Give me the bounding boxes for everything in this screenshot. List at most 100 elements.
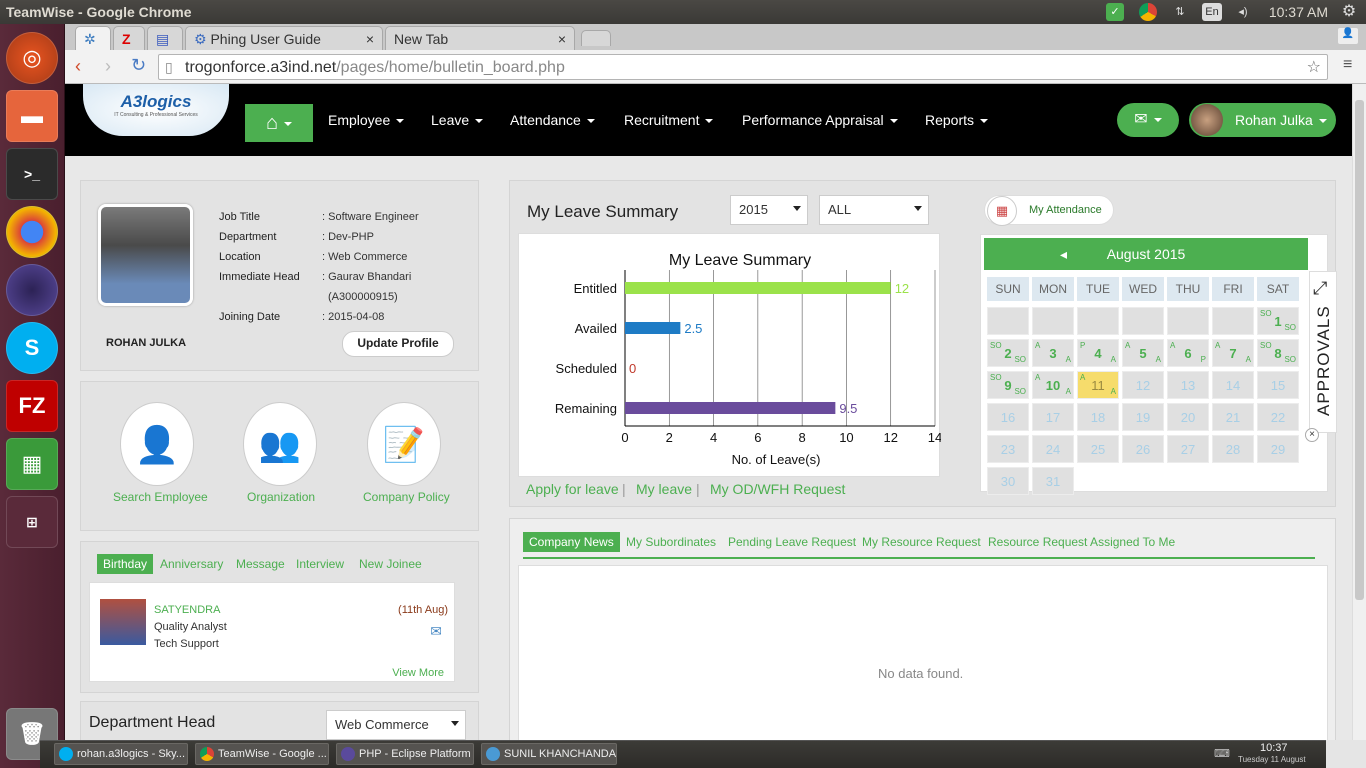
tab-message[interactable]: Message xyxy=(236,557,285,571)
apply-leave-link[interactable]: Apply for leave xyxy=(526,481,619,497)
calendar-cell[interactable]: 19 xyxy=(1122,403,1164,431)
tab-new-tab[interactable]: New Tab × xyxy=(385,26,575,50)
calendar-cell[interactable]: 16 xyxy=(987,403,1029,431)
calendar-cell[interactable]: 23 xyxy=(987,435,1029,463)
eclipse-icon[interactable] xyxy=(6,264,58,316)
calendar-cell[interactable]: 14 xyxy=(1212,371,1254,399)
close-approvals-icon[interactable]: × xyxy=(1305,428,1319,442)
nav-leave[interactable]: Leave xyxy=(431,112,484,128)
chrome-tray-icon[interactable] xyxy=(1139,3,1157,21)
view-more-link[interactable]: View More xyxy=(392,667,444,679)
company-policy-link[interactable]: Company Policy xyxy=(363,490,450,504)
taskbar-eclipse[interactable]: PHP - Eclipse Platform xyxy=(336,743,474,765)
ubuntu-dash-icon[interactable]: ◎ xyxy=(6,32,58,84)
od-wfh-link[interactable]: My OD/WFH Request xyxy=(710,481,845,497)
nav-performance-appraisal[interactable]: Performance Appraisal xyxy=(742,112,898,128)
workspace-switcher-icon[interactable]: ⊞ xyxy=(6,496,58,548)
a3logics-logo[interactable]: A3logics IT Consulting & Professional Se… xyxy=(83,84,229,136)
expand-icon[interactable]: ⤢ xyxy=(1313,278,1327,299)
reload-icon[interactable]: ↻ xyxy=(131,55,146,76)
calendar-cell[interactable]: 2 SO SO xyxy=(987,339,1029,367)
calendar-cell[interactable] xyxy=(1032,307,1074,335)
page-scrollbar[interactable] xyxy=(1352,84,1366,740)
leave-type-select[interactable]: ALL xyxy=(819,195,929,225)
tab-anniversary[interactable]: Anniversary xyxy=(160,557,223,571)
calendar-cell[interactable]: 20 xyxy=(1167,403,1209,431)
calendar-cell[interactable]: 10 A A xyxy=(1032,371,1074,399)
my-leave-link[interactable]: My leave xyxy=(636,481,692,497)
calendar-cell[interactable]: 21 xyxy=(1212,403,1254,431)
tab-resource-assigned[interactable]: Resource Request Assigned To Me xyxy=(988,535,1175,549)
profile-icon[interactable]: 👤 xyxy=(1338,28,1358,44)
calendar-cell[interactable]: 27 xyxy=(1167,435,1209,463)
my-attendance-button[interactable]: ▦ My Attendance xyxy=(984,195,1114,226)
send-wish-icon[interactable]: ✉ xyxy=(430,623,442,640)
tab-document[interactable]: ▤ xyxy=(147,26,183,50)
forward-icon[interactable]: › xyxy=(105,56,111,77)
clock[interactable]: 10:37 AM xyxy=(1269,4,1328,20)
taskbar-skype[interactable]: rohan.a3logics - Sky... xyxy=(54,743,188,765)
update-profile-button[interactable]: Update Profile xyxy=(342,331,454,357)
year-select[interactable]: 2015 xyxy=(730,195,808,225)
calendar-cell[interactable]: 13 xyxy=(1167,371,1209,399)
settings-gear-icon[interactable]: ⚙ xyxy=(1340,3,1358,21)
tab-birthday[interactable]: Birthday xyxy=(97,554,154,574)
tab-phing-guide[interactable]: ⚙ Phing User Guide × xyxy=(185,26,383,50)
filezilla-icon[interactable]: FZ xyxy=(6,380,58,432)
search-employee-icon[interactable]: 👤 xyxy=(120,402,194,486)
home-button[interactable]: ⌂ xyxy=(245,104,313,142)
department-select[interactable]: Web Commerce xyxy=(326,710,466,740)
calendar-cell[interactable]: 11 A A xyxy=(1077,371,1119,399)
network-icon[interactable]: ⇅ xyxy=(1171,3,1189,21)
calendar-cell[interactable]: 28 xyxy=(1212,435,1254,463)
tab-my-resource-request[interactable]: My Resource Request xyxy=(862,535,981,549)
chrome-launcher-icon[interactable] xyxy=(6,206,58,258)
calendar-cell[interactable]: 30 xyxy=(987,467,1029,495)
terminal-icon[interactable]: >_ xyxy=(6,148,58,200)
chrome-menu-icon[interactable]: ≡ xyxy=(1343,56,1352,74)
calendar-cell[interactable]: 22 xyxy=(1257,403,1299,431)
tab-teamwise[interactable]: ✲ xyxy=(75,26,111,50)
calendar-cell[interactable]: 26 xyxy=(1122,435,1164,463)
tab-my-subordinates[interactable]: My Subordinates xyxy=(626,535,716,549)
close-tab-icon[interactable]: × xyxy=(366,31,374,47)
approvals-tab[interactable]: ⤢ APPROVALS xyxy=(1309,271,1337,433)
company-policy-icon[interactable]: 📝 xyxy=(367,402,441,486)
close-tab-icon[interactable]: × xyxy=(558,31,566,47)
calendar-cell[interactable] xyxy=(1167,307,1209,335)
nav-employee[interactable]: Employee xyxy=(328,112,405,128)
new-tab-button[interactable] xyxy=(581,30,611,46)
prev-month-icon[interactable]: ◂ xyxy=(1060,238,1067,270)
search-employee-link[interactable]: Search Employee xyxy=(113,490,208,504)
spreadsheet-icon[interactable]: ▦ xyxy=(6,438,58,490)
calendar-cell[interactable]: 9 SO SO xyxy=(987,371,1029,399)
keyboard-icon[interactable]: ⌨ xyxy=(1214,747,1230,760)
chat-status-icon[interactable]: ✓ xyxy=(1106,3,1124,21)
nav-recruitment[interactable]: Recruitment xyxy=(624,112,714,128)
calendar-cell[interactable]: 18 xyxy=(1077,403,1119,431)
calendar-cell[interactable]: 4P A xyxy=(1077,339,1119,367)
organization-icon[interactable]: 👥 xyxy=(243,402,317,486)
calendar-cell[interactable]: 24 xyxy=(1032,435,1074,463)
tab-interview[interactable]: Interview xyxy=(296,557,344,571)
calendar-cell[interactable]: 7A A xyxy=(1212,339,1254,367)
keyboard-layout-indicator[interactable]: En xyxy=(1202,3,1222,21)
taskbar-chat[interactable]: SUNIL KHANCHANDA... xyxy=(481,743,617,765)
scrollbar-thumb[interactable] xyxy=(1355,100,1364,600)
calendar-cell[interactable]: 29 xyxy=(1257,435,1299,463)
tab-company-news[interactable]: Company News xyxy=(523,532,620,552)
nav-attendance[interactable]: Attendance xyxy=(510,112,595,128)
person-name[interactable]: SATYENDRA xyxy=(154,604,220,616)
user-menu[interactable]: Rohan Julka xyxy=(1189,103,1336,137)
tab-pending-leave[interactable]: Pending Leave Request xyxy=(728,535,856,549)
taskbar-chrome[interactable]: TeamWise - Google ... xyxy=(195,743,329,765)
calendar-cell[interactable]: 15 xyxy=(1257,371,1299,399)
address-bar[interactable]: ▯ trogonforce.a3ind.net/pages/home/bulle… xyxy=(158,54,1328,80)
organization-link[interactable]: Organization xyxy=(247,490,315,504)
calendar-cell[interactable] xyxy=(1077,307,1119,335)
calendar-cell[interactable]: 25 xyxy=(1077,435,1119,463)
skype-icon[interactable]: S xyxy=(6,322,58,374)
tab-zoho[interactable]: Z xyxy=(113,26,145,50)
calendar-cell[interactable]: 17 xyxy=(1032,403,1074,431)
back-icon[interactable]: ‹ xyxy=(75,56,81,77)
